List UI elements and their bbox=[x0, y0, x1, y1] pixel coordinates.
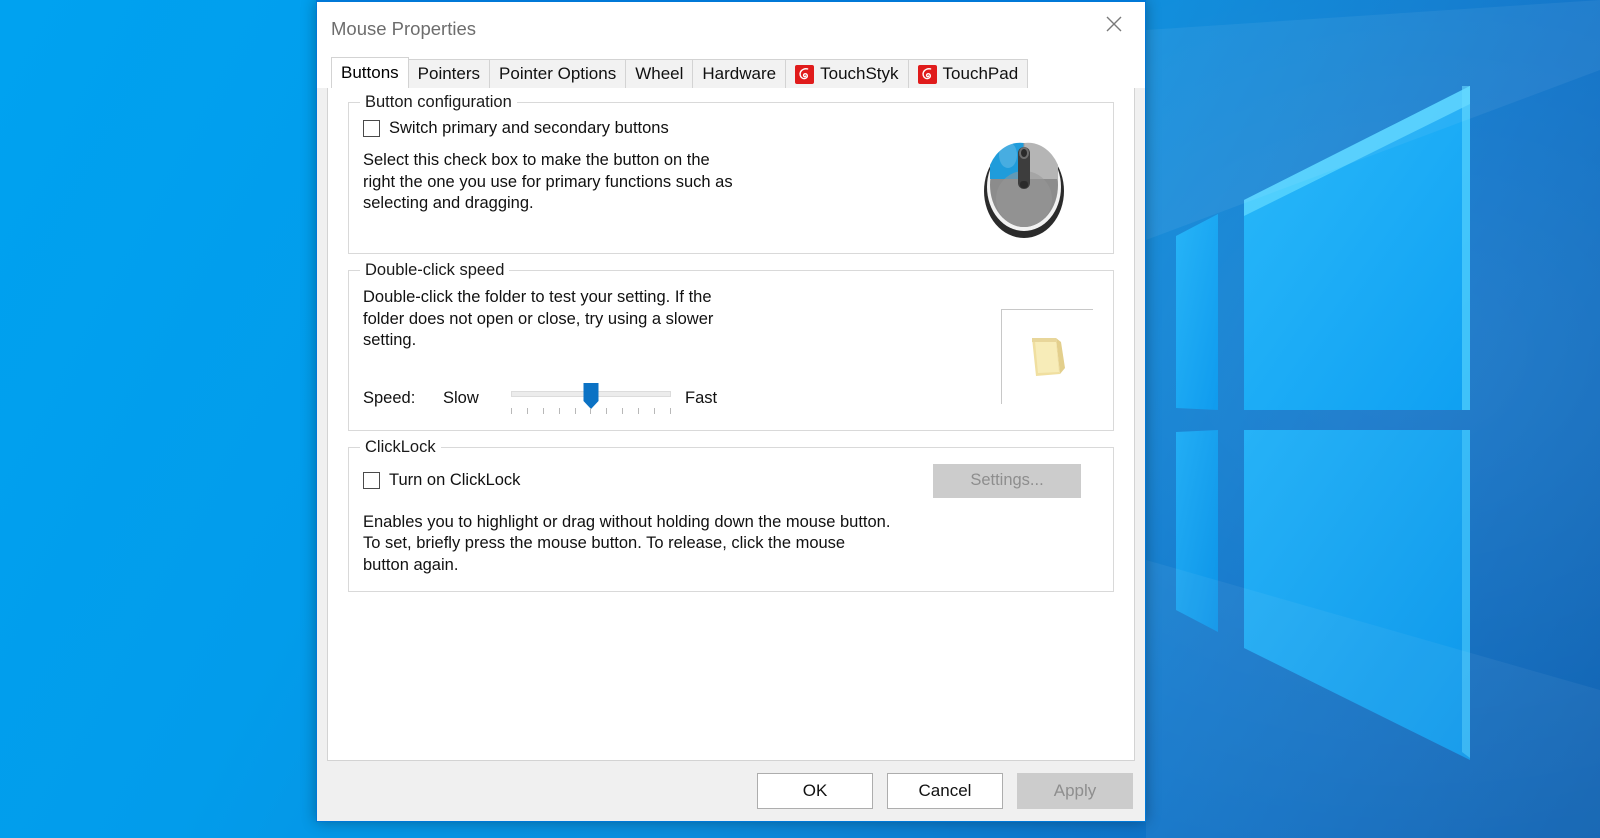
mouse-graphic-icon bbox=[984, 142, 1064, 238]
double-click-speed-group: Double-click speed Double-click the fold… bbox=[348, 261, 1114, 431]
desktop: Mouse Properties Buttons Pointers Pointe… bbox=[0, 0, 1600, 838]
group-label: ClickLock bbox=[360, 437, 441, 457]
tab-touchpad[interactable]: TouchPad bbox=[907, 59, 1029, 88]
tab-wheel[interactable]: Wheel bbox=[625, 59, 694, 88]
tab-label: Hardware bbox=[702, 64, 777, 83]
turn-on-clicklock-checkbox-row[interactable]: Turn on ClickLock bbox=[363, 471, 520, 490]
button-configuration-group: Button configuration Switch primary and … bbox=[348, 93, 1114, 254]
tab-label: Buttons bbox=[341, 63, 399, 82]
tab-content-buttons: Button configuration Switch primary and … bbox=[327, 87, 1135, 761]
slow-label: Slow bbox=[443, 389, 479, 408]
speed-label: Speed: bbox=[363, 389, 416, 408]
double-click-speed-slider[interactable] bbox=[511, 382, 671, 416]
clicklock-group: ClickLock Turn on ClickLock Settings... … bbox=[348, 437, 1114, 592]
checkbox-label: Switch primary and secondary buttons bbox=[389, 119, 669, 137]
tab-label: TouchStyk bbox=[820, 64, 899, 83]
tab-buttons[interactable]: Buttons bbox=[331, 57, 409, 88]
group-label: Button configuration bbox=[360, 93, 517, 112]
button-configuration-description: Select this check box to make the button… bbox=[363, 151, 733, 213]
synaptics-logo-icon bbox=[917, 64, 937, 84]
turn-on-clicklock-checkbox[interactable] bbox=[363, 472, 380, 490]
clicklock-description: Enables you to highlight or drag without… bbox=[363, 512, 891, 575]
switch-primary-secondary-checkbox-row[interactable]: Switch primary and secondary buttons bbox=[363, 119, 949, 138]
group-label: Double-click speed bbox=[360, 261, 510, 280]
dialog-titlebar: Mouse Properties bbox=[317, 2, 1145, 56]
double-click-description: Double-click the folder to test your set… bbox=[363, 288, 714, 350]
close-button[interactable] bbox=[1083, 2, 1145, 46]
dialog-footer: OK Cancel Apply bbox=[317, 761, 1145, 821]
mouse-graphic bbox=[949, 119, 1099, 239]
ok-button[interactable]: OK bbox=[757, 773, 873, 809]
clicklock-settings-button[interactable]: Settings... bbox=[933, 463, 1081, 498]
checkbox-label: Turn on ClickLock bbox=[389, 471, 521, 490]
cancel-button[interactable]: Cancel bbox=[887, 773, 1003, 809]
slider-thumb[interactable] bbox=[583, 382, 600, 410]
apply-button[interactable]: Apply bbox=[1017, 773, 1133, 809]
tab-pointers[interactable]: Pointers bbox=[407, 59, 491, 88]
slider-ticks bbox=[511, 407, 671, 416]
tab-label: Wheel bbox=[635, 64, 684, 83]
dialog-title: Mouse Properties bbox=[331, 18, 476, 39]
fast-label: Fast bbox=[685, 389, 718, 408]
tab-hardware[interactable]: Hardware bbox=[692, 59, 787, 88]
mouse-properties-dialog: Mouse Properties Buttons Pointers Pointe… bbox=[316, 0, 1146, 822]
tab-touchstyk[interactable]: TouchStyk bbox=[785, 59, 909, 88]
synaptics-logo-icon bbox=[795, 64, 815, 84]
tab-label: TouchPad bbox=[942, 64, 1019, 83]
switch-primary-secondary-checkbox[interactable] bbox=[363, 120, 380, 137]
folder-icon bbox=[1031, 338, 1065, 376]
close-icon bbox=[1106, 16, 1122, 32]
slider-thumb-icon bbox=[583, 382, 599, 409]
tab-strip: Buttons Pointers Pointer Options Wheel H… bbox=[317, 56, 1145, 88]
tab-label: Pointers bbox=[417, 64, 481, 83]
tab-pointer-options[interactable]: Pointer Options bbox=[489, 59, 627, 88]
tab-label: Pointer Options bbox=[499, 64, 617, 83]
double-click-test-area[interactable] bbox=[1001, 309, 1093, 404]
double-click-speed-slider-row: Speed: Slow Fast bbox=[363, 382, 991, 416]
